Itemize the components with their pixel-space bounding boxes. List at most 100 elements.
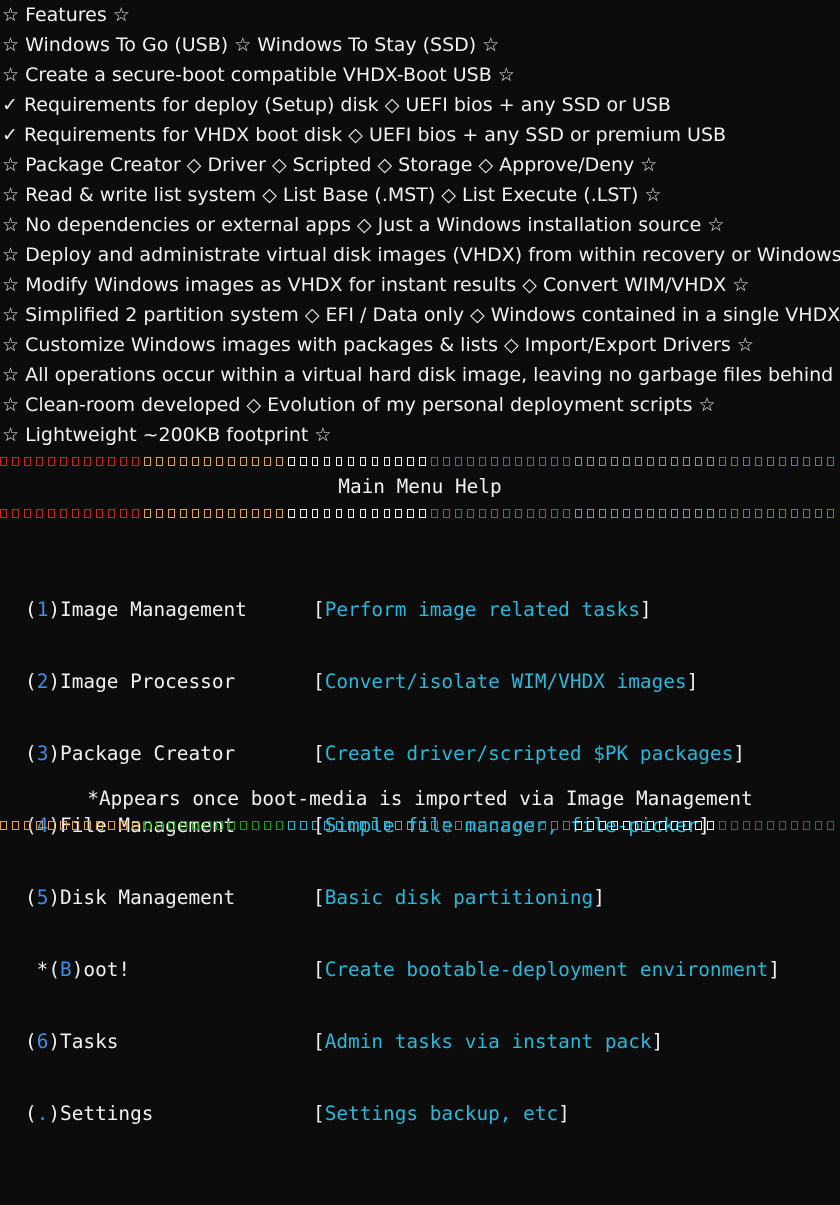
border-box bbox=[755, 821, 762, 830]
border-box bbox=[587, 509, 595, 518]
border-box bbox=[659, 509, 667, 518]
border-box bbox=[299, 821, 307, 830]
border-box bbox=[611, 509, 619, 518]
menu-item-tasks[interactable]: (6)Tasks [Admin tasks via instant pack] bbox=[0, 1029, 840, 1055]
menu-item-package-creator[interactable]: (3)Package Creator [Create driver/script… bbox=[0, 741, 840, 767]
border-box bbox=[347, 821, 355, 830]
border-box bbox=[119, 821, 127, 830]
border-box bbox=[731, 509, 738, 518]
border-box bbox=[743, 821, 750, 830]
border-box bbox=[611, 457, 619, 466]
border-box bbox=[731, 457, 738, 466]
border-box bbox=[635, 821, 643, 830]
border-box bbox=[527, 821, 535, 830]
border-box bbox=[155, 509, 163, 518]
border-box bbox=[23, 457, 31, 466]
border-box bbox=[227, 509, 235, 518]
border-box bbox=[527, 457, 535, 466]
border-box bbox=[491, 821, 499, 830]
menu-item-label: )Image Processor bbox=[48, 670, 236, 693]
border-box bbox=[419, 457, 427, 466]
border-box bbox=[263, 509, 271, 518]
feature-line: ✓ Requirements for VHDX boot disk ◇ UEFI… bbox=[2, 124, 727, 146]
menu-key-prefix: ( bbox=[25, 886, 37, 909]
menu-item-label: )oot! bbox=[71, 958, 131, 981]
border-box bbox=[335, 509, 343, 518]
border-box bbox=[107, 509, 115, 518]
menu-key[interactable]: 1 bbox=[37, 598, 49, 621]
border-box bbox=[767, 821, 774, 830]
border-box bbox=[59, 457, 67, 466]
menu-item-label: )Disk Management bbox=[48, 886, 236, 909]
border-box bbox=[335, 821, 343, 830]
border-box bbox=[515, 509, 523, 518]
border-box bbox=[455, 821, 463, 830]
border-box bbox=[35, 821, 43, 830]
menu-item-image-management[interactable]: (1)Image Management [Perform image relat… bbox=[0, 597, 840, 623]
menu-item-description: [Convert/isolate WIM/VHDX images] bbox=[313, 670, 699, 693]
feature-line: ☆ Deploy and administrate virtual disk i… bbox=[2, 244, 840, 266]
menu-item-description: [Settings backup, etc] bbox=[313, 1102, 570, 1125]
menu-item-description: [Basic disk partitioning] bbox=[313, 886, 605, 909]
border-box bbox=[671, 821, 679, 830]
border-box bbox=[371, 457, 379, 466]
desc-text: Basic disk partitioning bbox=[324, 886, 594, 909]
border-box bbox=[83, 821, 91, 830]
menu-key[interactable]: 5 bbox=[37, 886, 49, 909]
border-bottom bbox=[0, 820, 840, 832]
border-box bbox=[179, 509, 187, 518]
border-box bbox=[647, 457, 655, 466]
border-box bbox=[251, 509, 259, 518]
border-box bbox=[599, 821, 607, 830]
border-box bbox=[395, 509, 403, 518]
border-box bbox=[778, 509, 786, 518]
border-box bbox=[790, 457, 798, 466]
menu-key[interactable]: 2 bbox=[37, 670, 49, 693]
border-box bbox=[191, 509, 199, 518]
border-box bbox=[599, 457, 607, 466]
border-box bbox=[719, 457, 726, 466]
border-box bbox=[491, 457, 499, 466]
border-box bbox=[59, 821, 67, 830]
border-box bbox=[539, 821, 547, 830]
border-box bbox=[347, 509, 355, 518]
border-box bbox=[587, 457, 595, 466]
menu-key[interactable]: 6 bbox=[37, 1030, 49, 1053]
border-box bbox=[455, 457, 463, 466]
border-box bbox=[563, 509, 571, 518]
border-box bbox=[35, 509, 43, 518]
feature-line: ☆ Read & write list system ◇ List Base (… bbox=[2, 184, 662, 206]
border-box bbox=[563, 821, 571, 830]
menu-key[interactable]: B bbox=[60, 958, 72, 981]
menu-item-image-processor[interactable]: (2)Image Processor [Convert/isolate WIM/… bbox=[0, 669, 840, 695]
menu-item-description: [Admin tasks via instant pack] bbox=[313, 1030, 664, 1053]
menu-item-label: )Package Creator bbox=[48, 742, 236, 765]
menu-item-disk-management[interactable]: (5)Disk Management [Basic disk partition… bbox=[0, 885, 840, 911]
border-box bbox=[515, 457, 523, 466]
border-box bbox=[263, 821, 271, 830]
border-box bbox=[239, 457, 247, 466]
desc-text: Perform image related tasks bbox=[324, 598, 640, 621]
border-box bbox=[83, 457, 91, 466]
border-box bbox=[683, 457, 690, 466]
menu-key[interactable]: 3 bbox=[37, 742, 49, 765]
border-box bbox=[503, 821, 511, 830]
border-box bbox=[539, 509, 547, 518]
border-box bbox=[347, 457, 355, 466]
border-box bbox=[215, 457, 223, 466]
border-box bbox=[359, 821, 367, 830]
border-box bbox=[551, 509, 559, 518]
border-box bbox=[814, 509, 822, 518]
border-box bbox=[503, 509, 511, 518]
border-box bbox=[647, 509, 655, 518]
border-box bbox=[71, 457, 79, 466]
menu-item-settings[interactable]: (.)Settings [Settings backup, etc] bbox=[0, 1101, 840, 1127]
menu-item-description: [Create driver/scripted $PK packages] bbox=[313, 742, 745, 765]
menu-item-label: )Tasks bbox=[48, 1030, 119, 1053]
menu-item-boot[interactable]: *(B)oot! [Create bootable-deployment env… bbox=[0, 957, 840, 983]
border-box bbox=[755, 457, 762, 466]
border-box bbox=[0, 509, 7, 518]
border-box bbox=[191, 821, 199, 830]
border-box bbox=[635, 509, 643, 518]
menu-key[interactable]: . bbox=[37, 1102, 49, 1125]
